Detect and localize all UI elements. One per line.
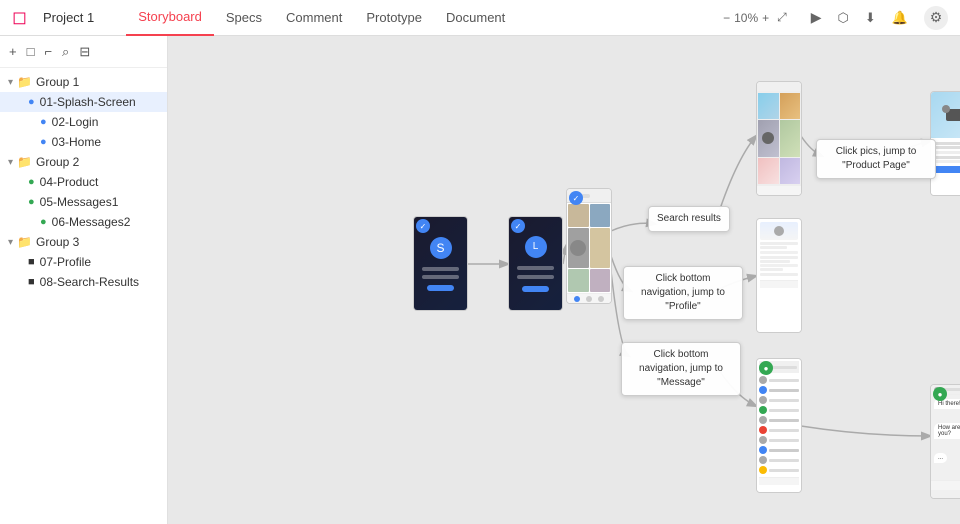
messages1-icon: ● (28, 196, 35, 208)
project-title: Project 1 (43, 10, 94, 25)
chat-screen: Hi there! Hello How are you? Good! ... 👍 (931, 385, 960, 498)
sidebar-item-home[interactable]: ● 03-Home (0, 132, 167, 152)
home-label: 03-Home (52, 135, 101, 149)
tab-prototype[interactable]: Prototype (354, 0, 434, 36)
profile-label: 07-Profile (40, 255, 91, 269)
node-messages[interactable]: ● 05-Me... (756, 358, 802, 493)
sidebar: + □ ⌐ ⌕ ⊟ ▾ 📁 Group 1 ● 01-Splash-Screen (0, 36, 168, 524)
sidebar-tree: ▾ 📁 Group 1 ● 01-Splash-Screen ● 02-Logi… (0, 68, 167, 524)
bell-icon[interactable]: 🔔 (892, 10, 908, 26)
home-badge: ✓ (569, 191, 583, 205)
product-icon: ● (28, 176, 35, 188)
messages2-badge: ● (933, 387, 947, 401)
messages2-icon: ● (40, 216, 47, 228)
sidebar-item-product[interactable]: ● 04-Product (0, 172, 167, 192)
group-1-label: Group 1 (36, 75, 79, 89)
sidebar-item-messages1[interactable]: ● 05-Messages1 (0, 192, 167, 212)
chevron-down-icon: ▾ (8, 77, 13, 88)
zoom-out-icon[interactable]: − (723, 11, 730, 25)
zoom-level: 10% (734, 11, 758, 25)
messages1-label: 05-Messages1 (40, 195, 119, 209)
zoom-in-icon[interactable]: + (762, 11, 769, 25)
storyboard-canvas[interactable]: ✓ S 01-Spl... ✓ L 02-Login (168, 36, 960, 524)
tree-group-1: ▾ 📁 Group 1 ● 01-Splash-Screen ● 02-Logi… (0, 72, 167, 152)
zoom-fit-icon[interactable]: ⤢ (777, 10, 787, 25)
group-icon-2: 📁 (17, 155, 32, 169)
sidebar-item-login[interactable]: ● 02-Login (0, 112, 167, 132)
tooltip-search: Search results (648, 206, 730, 232)
tree-group-3-header[interactable]: ▾ 📁 Group 3 (0, 232, 167, 252)
zoom-controls: − 10% + ⤢ (723, 10, 787, 25)
messages2-label: 06-Messages2 (52, 215, 131, 229)
group-icon: 📁 (17, 75, 32, 89)
sidebar-item-search[interactable]: ■ 08-Search-Results (0, 272, 167, 292)
search-results-label: 08-Search-Results (40, 275, 139, 289)
node-splash[interactable]: ✓ S 01-Spl... (413, 216, 468, 311)
delete-icon[interactable]: ⊟ (76, 42, 93, 62)
splash-badge: ✓ (416, 219, 430, 233)
tree-group-2-header[interactable]: ▾ 📁 Group 2 (0, 152, 167, 172)
tree-group-1-header[interactable]: ▾ 📁 Group 1 (0, 72, 167, 92)
folder-icon[interactable]: □ (24, 42, 38, 61)
search-results-icon: ■ (28, 276, 35, 288)
group-2-label: Group 2 (36, 155, 79, 169)
sidebar-item-splash[interactable]: ● 01-Splash-Screen (0, 92, 167, 112)
tab-specs[interactable]: Specs (214, 0, 274, 36)
tab-comment[interactable]: Comment (274, 0, 354, 36)
download-icon[interactable]: ⬇ (865, 10, 876, 26)
add-icon[interactable]: + (6, 42, 20, 61)
node-home[interactable]: ✓ (566, 188, 612, 304)
page-icon[interactable]: ⌐ (41, 42, 55, 61)
node-profile[interactable]: 07-Prof... (756, 218, 802, 333)
login-icon: ● (40, 116, 47, 128)
nav-tabs: Storyboard Specs Comment Prototype Docum… (126, 0, 517, 36)
tooltip-profile: Click bottom navigation, jump to "Profil… (623, 266, 743, 320)
chevron-down-icon-3: ▾ (8, 237, 13, 248)
settings-icon[interactable]: ⚙ (924, 6, 948, 30)
profile-icon: ■ (28, 256, 35, 268)
tab-document[interactable]: Document (434, 0, 517, 36)
login-label: 02-Login (52, 115, 99, 129)
splash-icon: ● (28, 96, 35, 108)
sidebar-item-messages2[interactable]: ● 06-Messages2 (0, 212, 167, 232)
chevron-down-icon-2: ▾ (8, 157, 13, 168)
share-icon[interactable]: ⬡ (838, 10, 849, 26)
sidebar-item-profile[interactable]: ■ 07-Profile (0, 252, 167, 272)
tree-group-2: ▾ 📁 Group 2 ● 04-Product ● 05-Messages1 … (0, 152, 167, 232)
node-messages2[interactable]: ● Hi there! Hello How are you? Good! ...… (930, 384, 960, 499)
product-label: 04-Product (40, 175, 99, 189)
topbar: ◻ Project 1 Storyboard Specs Comment Pro… (0, 0, 960, 36)
tree-group-3: ▾ 📁 Group 3 ■ 07-Profile ■ 08-Search-Res… (0, 232, 167, 292)
login-badge: ✓ (511, 219, 525, 233)
group-3-label: Group 3 (36, 235, 79, 249)
sidebar-toolbar: + □ ⌐ ⌕ ⊟ (0, 36, 167, 68)
messages-badge: ● (759, 361, 773, 375)
tooltip-product: Click pics, jump to "Product Page" (816, 139, 936, 179)
splash-label: 01-Splash-Screen (40, 95, 136, 109)
home-icon: ● (40, 136, 47, 148)
logo-icon: ◻ (12, 7, 27, 28)
main-layout: + □ ⌐ ⌕ ⊟ ▾ 📁 Group 1 ● 01-Splash-Screen (0, 36, 960, 524)
search-icon[interactable]: ⌕ (59, 42, 72, 62)
connector-lines (168, 36, 960, 524)
node-search[interactable]: 08-Sea... (756, 81, 802, 196)
tooltip-message: Click bottom navigation, jump to "Messag… (621, 342, 741, 396)
group-icon-3: 📁 (17, 235, 32, 249)
node-login[interactable]: ✓ L 02-Login (508, 216, 563, 311)
tab-storyboard[interactable]: Storyboard (126, 0, 214, 36)
play-icon[interactable]: ▶ (811, 9, 822, 26)
